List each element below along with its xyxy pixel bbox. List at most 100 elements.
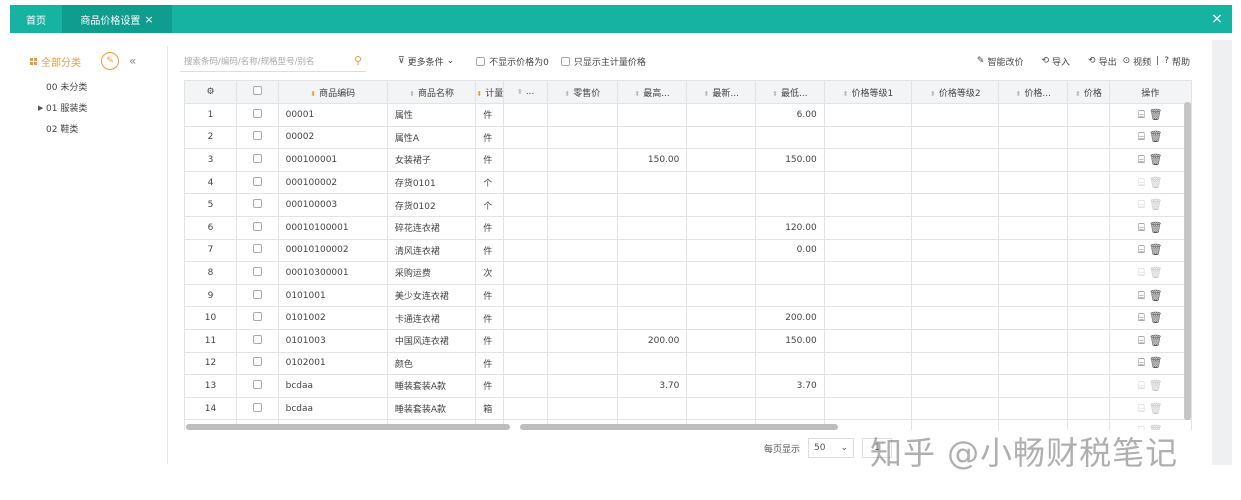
import-button[interactable]: ⟲ 导入	[1041, 55, 1070, 68]
all-categories[interactable]: 全部分类	[30, 54, 81, 69]
horizontal-scrollbar-left[interactable]	[186, 424, 510, 430]
row-checkbox[interactable]	[236, 283, 279, 308]
row-checkbox[interactable]	[236, 374, 279, 398]
table-row[interactable]: 12 0102001 颜色件 ⌸ 🗑	[184, 351, 1192, 376]
delete-icon[interactable]: 🗑	[1149, 153, 1163, 166]
table-row[interactable]: 5 000100003 存货0102 个 ⌸ 🗑	[184, 193, 1192, 217]
delete-icon[interactable]: 🗑	[1149, 289, 1163, 302]
checkbox-box[interactable]	[252, 357, 262, 367]
checkbox-box[interactable]	[252, 379, 262, 389]
checkbox-box[interactable]	[252, 153, 262, 163]
smart-price-button[interactable]: ✎ 智能改价	[977, 55, 1024, 68]
row-checkbox[interactable]	[236, 103, 279, 127]
sidebar-item-shoes[interactable]: 02 鞋类	[18, 118, 167, 139]
col-price-more[interactable]: ⬍ 价格...	[998, 80, 1069, 104]
delete-icon[interactable]: 🗑	[1149, 356, 1163, 369]
main-unit-checkbox[interactable]: 只显示主计量价格	[560, 55, 646, 68]
table-row[interactable]: 11 0101003 中国风连衣裙件 200.00 150.00 ⌸ 🗑	[184, 328, 1192, 353]
edit-price-icon[interactable]: ⌸	[1138, 356, 1145, 370]
row-checkbox[interactable]	[236, 238, 279, 263]
delete-icon[interactable]: 🗑	[1149, 243, 1163, 256]
table-row[interactable]: 14 bcdaa 睡装套装A款箱 ⌸ 🗑	[184, 396, 1192, 421]
col-unit[interactable]: ⬍ 计量	[475, 80, 505, 104]
checkbox-box[interactable]	[252, 312, 262, 322]
checkbox-box[interactable]	[252, 334, 262, 344]
edit-price-icon[interactable]: ⌸	[1138, 243, 1145, 257]
checkbox-box[interactable]	[252, 108, 262, 118]
window-close-icon[interactable]: ×	[1202, 5, 1232, 33]
table-row[interactable]: 9 0101001 美少女连衣裙件 ⌸ 🗑	[184, 283, 1192, 308]
row-checkbox[interactable]	[236, 396, 279, 421]
row-checkbox[interactable]	[236, 215, 279, 240]
tab-home[interactable]: 首页	[10, 5, 62, 33]
row-checkbox[interactable]	[236, 170, 279, 195]
sidebar-item-clothing[interactable]: ▶ 01 服装类	[18, 97, 167, 118]
edit-price-icon[interactable]: ⌸	[1138, 108, 1145, 122]
table-row[interactable]: 10 0101002 卡通连衣裙件 200.00 ⌸ 🗑	[184, 306, 1192, 330]
tab-product-price[interactable]: 商品价格设置 ×	[62, 5, 172, 33]
checkbox-box[interactable]	[252, 289, 262, 299]
edit-price-icon[interactable]: ⌸	[1138, 289, 1145, 303]
col-more[interactable]: ⬍...	[503, 80, 549, 104]
per-page-select[interactable]: 50 ⌄	[808, 438, 855, 458]
tab-close-icon[interactable]: ×	[144, 13, 153, 26]
video-button[interactable]: ⊙ 视频 | ? 帮助	[1123, 55, 1190, 68]
checkbox-box[interactable]	[252, 266, 262, 276]
checkbox-box[interactable]	[252, 244, 262, 254]
hide-zero-checkbox[interactable]: 不显示价格为0	[476, 55, 549, 68]
column-settings-icon[interactable]: ⚙	[184, 80, 237, 104]
col-min[interactable]: ⬍ 最低...	[755, 80, 825, 104]
checkbox-box[interactable]	[252, 402, 262, 412]
more-conditions-button[interactable]: ⊽ 更多条件 ⌄	[398, 55, 454, 68]
col-code[interactable]: ⬍ 商品编码	[277, 80, 388, 104]
export-button[interactable]: ⟲ 导出	[1088, 55, 1117, 68]
row-checkbox[interactable]	[236, 328, 279, 353]
edit-price-icon[interactable]: ⌸	[1138, 153, 1145, 167]
col-price-level-2[interactable]: ⬍ 价格等级2	[911, 80, 1000, 104]
help-label[interactable]: 帮助	[1172, 55, 1190, 68]
search-icon[interactable]: ⚲	[354, 54, 362, 67]
delete-icon[interactable]: 🗑	[1149, 221, 1163, 234]
row-checkbox[interactable]	[236, 193, 279, 217]
table-row[interactable]: 6 00010100001 碎花连衣裙件 120.00 ⌸ 🗑	[184, 215, 1192, 240]
search-input[interactable]: 搜索条码/编码/名称/规格型号/别名 ⚲	[180, 50, 366, 72]
edit-icon[interactable]: ✎	[101, 52, 119, 70]
table-row[interactable]: 7 00010100002 清风连衣裙件 0.00 ⌸ 🗑	[184, 238, 1192, 263]
col-name[interactable]: ⬍ 商品名称	[386, 80, 477, 104]
edit-price-icon[interactable]: ⌸	[1138, 130, 1145, 144]
checkbox-box[interactable]	[476, 56, 486, 66]
checkbox-box[interactable]	[252, 131, 262, 141]
edit-price-icon[interactable]: ⌸	[1138, 311, 1145, 325]
table-row[interactable]: 4 000100002 存货0101 个 ⌸ 🗑	[184, 170, 1192, 195]
table-row[interactable]: 2 00002 属性A 件 ⌸ 🗑	[184, 125, 1192, 150]
horizontal-scrollbar-right[interactable]	[520, 424, 838, 430]
row-checkbox[interactable]	[236, 261, 279, 285]
checkbox-box[interactable]	[252, 199, 262, 209]
edit-price-icon[interactable]: ⌸	[1138, 334, 1145, 348]
table-row[interactable]: 8 00010300001 采购运费次 ⌸ 🗑	[184, 261, 1192, 285]
table-row[interactable]: 13 bcdaa 睡装套装A款件 3.70 3.70 ⌸ 🗑	[184, 374, 1192, 398]
delete-icon[interactable]: 🗑	[1149, 334, 1163, 347]
table-row[interactable]: 3 000100001 女装裙子件 150.00 150.00 ⌸ 🗑	[184, 148, 1192, 172]
col-price-level-1[interactable]: ⬍ 价格等级1	[823, 80, 913, 104]
row-checkbox[interactable]	[236, 351, 279, 376]
delete-icon[interactable]: 🗑	[1149, 108, 1163, 121]
checkbox-box[interactable]	[252, 176, 262, 186]
delete-icon[interactable]: 🗑	[1149, 130, 1163, 143]
col-price[interactable]: ⬍ 价格	[1067, 80, 1110, 104]
select-all-checkbox[interactable]	[236, 80, 279, 104]
checkbox-box[interactable]	[252, 221, 262, 231]
checkbox-box[interactable]	[252, 86, 262, 95]
row-checkbox[interactable]	[236, 125, 279, 150]
delete-icon[interactable]: 🗑	[1149, 311, 1163, 324]
collapse-sidebar-icon[interactable]: «	[129, 54, 136, 68]
vertical-scrollbar[interactable]	[1184, 102, 1191, 420]
col-retail-price[interactable]: ⬍ 零售价	[547, 80, 618, 104]
table-row[interactable]: 1 00001 属性件 6.00 ⌸ 🗑	[184, 103, 1192, 127]
edit-price-icon[interactable]: ⌸	[1138, 221, 1145, 235]
checkbox-box[interactable]	[560, 56, 570, 66]
row-checkbox[interactable]	[236, 148, 279, 172]
sidebar-item-uncategorized[interactable]: 00 未分类	[18, 76, 167, 97]
row-checkbox[interactable]	[236, 306, 279, 330]
col-max[interactable]: ⬍ 最高...	[616, 80, 688, 104]
